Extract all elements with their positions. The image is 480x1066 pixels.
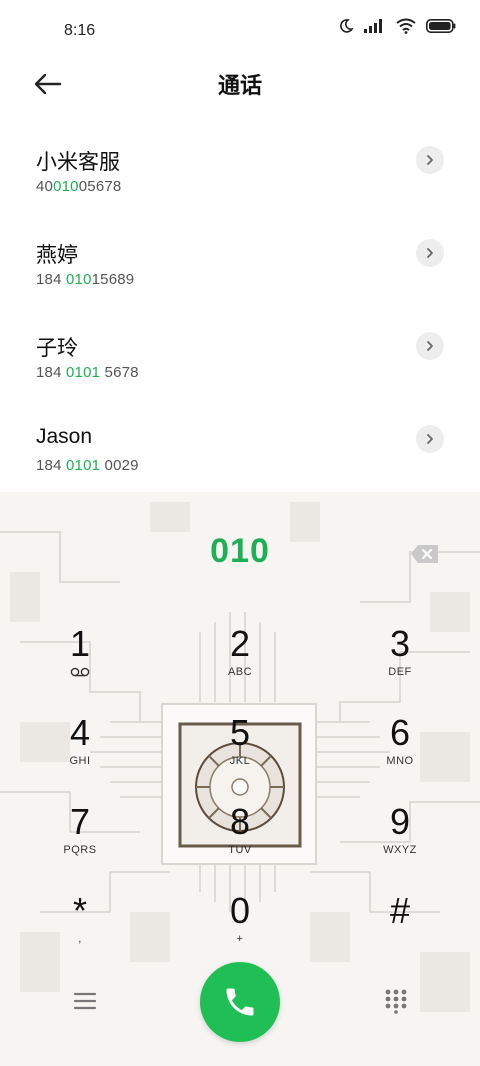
dialed-number-display: 010	[210, 532, 270, 570]
number-match-highlight: 010	[66, 271, 92, 288]
voicemail-icon	[70, 667, 90, 677]
key-letters: GHI	[69, 755, 91, 767]
number-prefix: 184	[36, 271, 66, 288]
number-match-highlight: 010	[53, 178, 79, 195]
key-letters: PQRS	[63, 844, 97, 856]
key-letters: DEF	[388, 666, 412, 678]
wifi-icon	[396, 18, 416, 34]
chevron-right-icon	[427, 155, 433, 165]
key-digit: 3	[389, 623, 411, 664]
key-digit: 6	[389, 712, 411, 753]
key-digit: 9	[389, 801, 411, 842]
dialer-panel: 010 1 2 ABC 3 DEF 4 GHI 5 JKL 6 MNO 7 PQ…	[0, 492, 480, 1066]
status-time: 8:16	[64, 22, 96, 39]
status-bar: 8:16	[0, 0, 480, 62]
contact-name: Jason	[36, 425, 93, 448]
key-letters: WXYZ	[383, 844, 417, 856]
key-hash[interactable]: #	[340, 891, 460, 971]
key-letters: +	[236, 933, 244, 945]
number-suffix: 05678	[78, 178, 122, 195]
key-5[interactable]: 5 JKL	[180, 713, 300, 793]
chevron-right-icon	[427, 434, 433, 444]
contact-details-button[interactable]	[416, 239, 444, 267]
chevron-right-icon	[427, 341, 433, 351]
contact-name: 子玲	[36, 337, 78, 360]
contact-details-button[interactable]	[416, 146, 444, 174]
number-match-highlight: 0101	[66, 457, 101, 474]
moon-icon	[340, 19, 354, 33]
number-suffix: 0029	[100, 457, 139, 474]
key-letters: JKL	[229, 755, 251, 767]
key-digit: 0	[229, 890, 251, 931]
call-button[interactable]	[200, 962, 280, 1042]
key-8[interactable]: 8 TUV	[180, 802, 300, 882]
number-prefix: 184	[36, 364, 66, 381]
key-digit: 2	[229, 623, 251, 664]
key-digit: 7	[69, 801, 91, 842]
key-4[interactable]: 4 GHI	[20, 713, 140, 793]
contact-details-button[interactable]	[416, 425, 444, 453]
key-digit: 8	[229, 801, 251, 842]
contact-results-list: 小米客服 4001005678 燕婷 184 01015689 子玲 184 0…	[0, 132, 480, 504]
contact-name: 燕婷	[36, 244, 78, 267]
key-7[interactable]: 7 PQRS	[20, 802, 140, 882]
phone-icon	[226, 988, 254, 1016]
key-star[interactable]: * ,	[20, 891, 140, 971]
contact-row[interactable]: 子玲 184 0101 5678	[0, 318, 480, 411]
key-letters: MNO	[386, 755, 414, 767]
key-digit: *	[72, 890, 87, 931]
contact-number: 184 0101 5678	[36, 364, 139, 381]
number-suffix: 15689	[91, 271, 135, 288]
key-letters: TUV	[228, 844, 252, 856]
signal-icon	[364, 19, 382, 33]
contact-row[interactable]: 小米客服 4001005678	[0, 132, 480, 225]
contact-name: 小米客服	[36, 151, 120, 174]
contact-number: 4001005678	[36, 178, 121, 195]
number-suffix: 5678	[100, 364, 139, 381]
key-1[interactable]: 1	[20, 624, 140, 704]
dialpad-icon[interactable]	[384, 988, 408, 1014]
key-digit: #	[389, 890, 411, 931]
number-match-highlight: 0101	[66, 364, 101, 381]
header: 通话	[0, 62, 480, 106]
key-9[interactable]: 9 WXYZ	[340, 802, 460, 882]
key-2[interactable]: 2 ABC	[180, 624, 300, 704]
key-letters: ABC	[227, 666, 253, 678]
key-0[interactable]: 0 +	[180, 891, 300, 971]
key-digit: 4	[69, 712, 91, 753]
key-6[interactable]: 6 MNO	[340, 713, 460, 793]
battery-icon	[426, 19, 456, 33]
number-prefix: 40	[36, 178, 54, 195]
key-letters: ,	[78, 933, 82, 945]
key-3[interactable]: 3 DEF	[340, 624, 460, 704]
contact-row[interactable]: 燕婷 184 01015689	[0, 225, 480, 318]
status-icons	[338, 18, 456, 34]
contact-row[interactable]: Jason 184 0101 0029	[0, 411, 480, 504]
backspace-icon[interactable]	[410, 544, 440, 564]
contact-details-button[interactable]	[416, 332, 444, 360]
page-title: 通话	[217, 73, 262, 98]
number-prefix: 184	[36, 457, 66, 474]
chevron-right-icon	[427, 248, 433, 258]
key-digit: 1	[69, 623, 91, 664]
menu-icon[interactable]	[72, 990, 98, 1012]
key-digit: 5	[229, 712, 251, 753]
contact-number: 184 01015689	[36, 271, 134, 288]
contact-number: 184 0101 0029	[36, 457, 139, 474]
